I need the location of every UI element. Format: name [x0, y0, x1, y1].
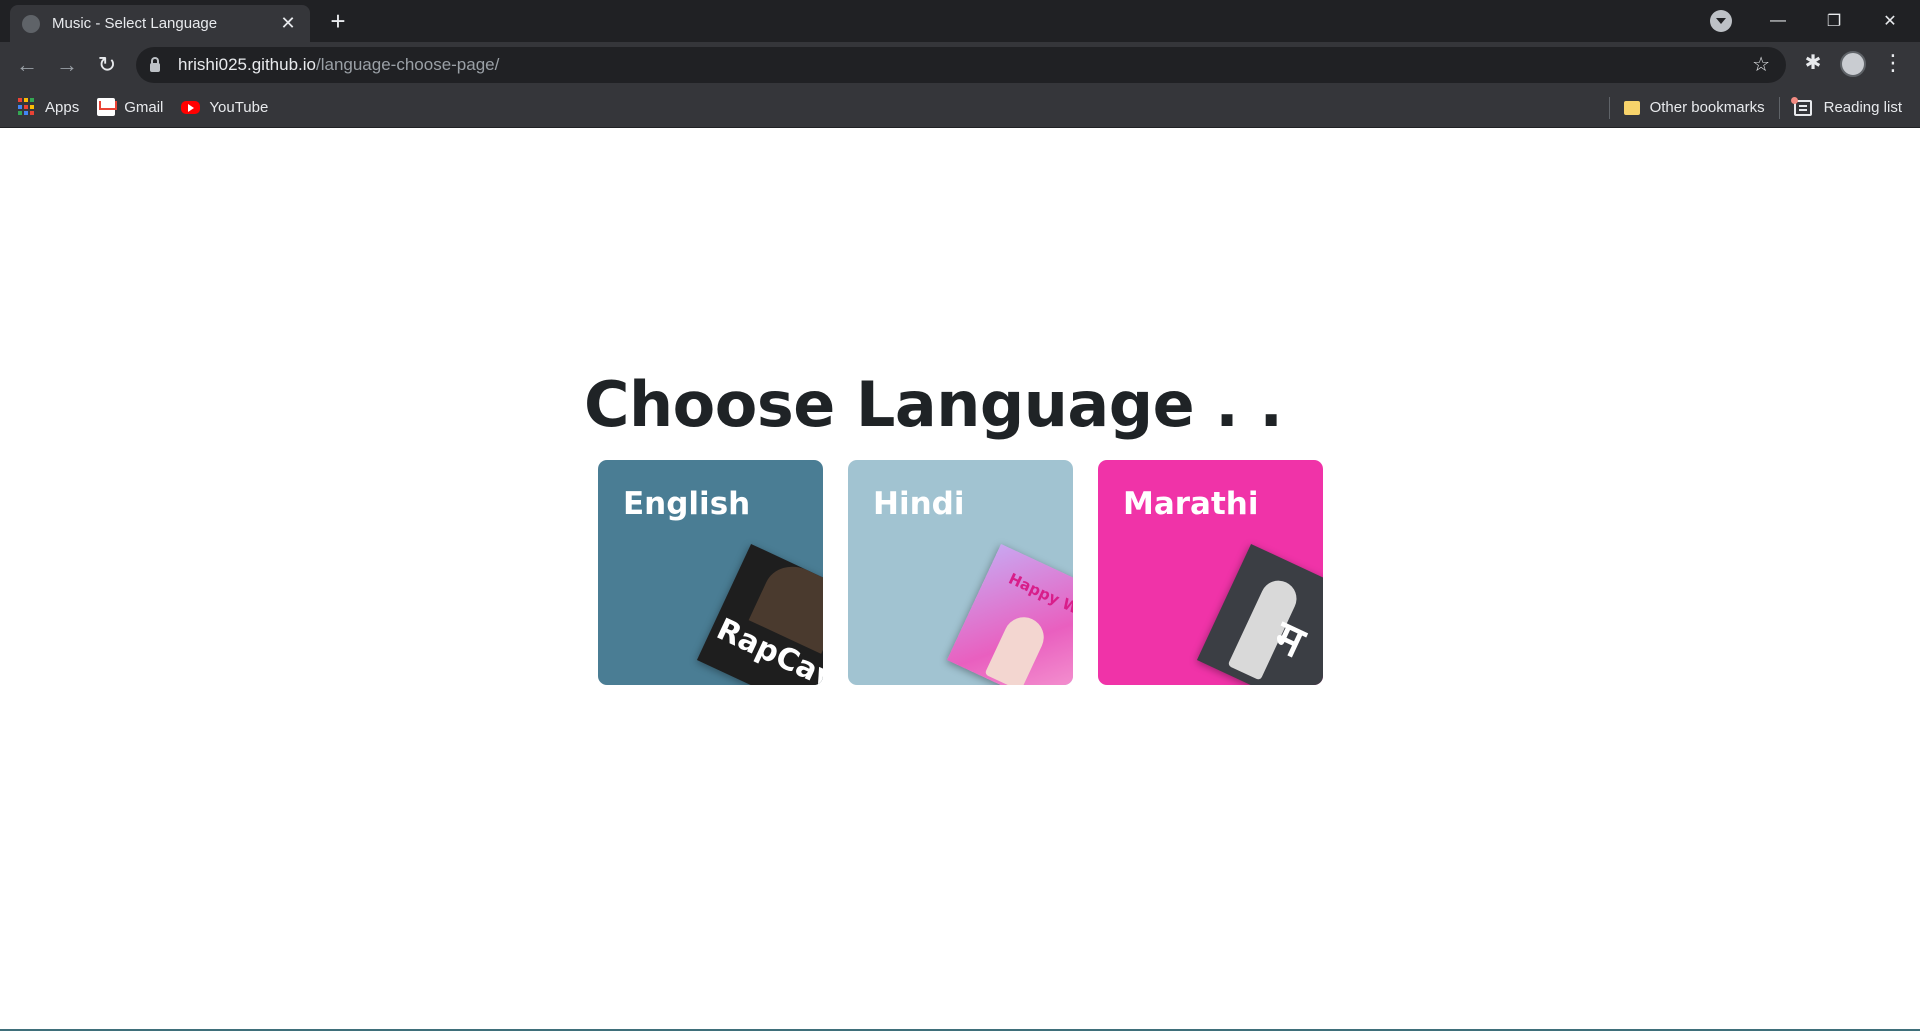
apps-grid-icon	[18, 98, 36, 116]
bookmark-label: Apps	[45, 98, 80, 116]
page-content: Choose Language . . English RapCavi Hind…	[0, 128, 1920, 1031]
tab-strip: Music - Select Language ✕ + — ❐ ✕	[0, 0, 1920, 42]
other-bookmarks-label: Other bookmarks	[1649, 99, 1765, 116]
forward-arrow-icon[interactable]: →	[52, 50, 82, 80]
divider	[1608, 96, 1610, 119]
divider	[1778, 96, 1780, 119]
language-card-english[interactable]: English RapCavi	[598, 460, 823, 685]
bookmark-youtube[interactable]: YouTube	[181, 99, 268, 116]
album-cover-image: म	[1196, 543, 1323, 685]
browser-tab[interactable]: Music - Select Language ✕	[10, 5, 310, 42]
bookmark-gmail[interactable]: Gmail	[97, 98, 163, 116]
gmail-icon	[97, 98, 116, 116]
reading-list-button[interactable]: Reading list	[1790, 96, 1902, 116]
tab-title: Music - Select Language	[52, 15, 218, 32]
back-arrow-icon[interactable]: ←	[12, 50, 42, 80]
window-close-button[interactable]: ✕	[1862, 0, 1918, 42]
language-card-hindi[interactable]: Hindi Happy Week	[848, 460, 1073, 685]
minimize-button[interactable]: —	[1750, 0, 1806, 42]
bookmarks-right: Other bookmarks Reading list	[1595, 87, 1902, 128]
profile-avatar[interactable]	[1840, 51, 1866, 77]
browser-toolbar: ← → ↻ hrishi025.github.io/language-choos…	[0, 42, 1920, 87]
other-bookmarks-button[interactable]: Other bookmarks	[1623, 99, 1765, 116]
extensions-puzzle-icon[interactable]: ✱	[1800, 50, 1826, 76]
url-path: /language-choose-page/	[315, 55, 500, 74]
bookmarks-bar: Apps Gmail YouTube Other bookmarks Readi…	[0, 87, 1920, 128]
globe-icon	[22, 14, 40, 33]
bookmark-apps[interactable]: Apps	[18, 98, 79, 116]
lock-icon[interactable]	[150, 56, 160, 72]
kebab-menu-icon[interactable]: ⋮	[1882, 50, 1904, 76]
url-host: hrishi025.github.io	[178, 55, 316, 74]
language-card-marathi[interactable]: Marathi म	[1098, 460, 1323, 685]
album-cover-image: RapCavi	[696, 543, 823, 685]
bookmark-label: Gmail	[124, 98, 164, 116]
folder-icon	[1623, 100, 1640, 115]
address-bar[interactable]: hrishi025.github.io/language-choose-page…	[136, 47, 1786, 83]
card-label: English	[623, 486, 751, 522]
page-title: Choose Language . .	[584, 368, 1283, 441]
youtube-icon	[181, 100, 201, 114]
reading-list-label: Reading list	[1823, 99, 1902, 116]
bookmark-label: YouTube	[209, 98, 269, 116]
reload-icon[interactable]: ↻	[92, 50, 122, 80]
card-label: Hindi	[873, 486, 965, 522]
bookmark-star-icon[interactable]: ☆	[1752, 52, 1770, 77]
restore-button[interactable]: ❐	[1806, 0, 1862, 42]
reading-list-icon	[1790, 96, 1812, 116]
tab-close-button[interactable]: ✕	[278, 13, 298, 34]
tab-search-icon[interactable]	[1710, 10, 1732, 32]
new-tab-button[interactable]: +	[322, 5, 354, 37]
album-cover-image: Happy Week	[946, 543, 1073, 685]
card-label: Marathi	[1123, 486, 1259, 522]
cover-artwork	[984, 610, 1051, 685]
